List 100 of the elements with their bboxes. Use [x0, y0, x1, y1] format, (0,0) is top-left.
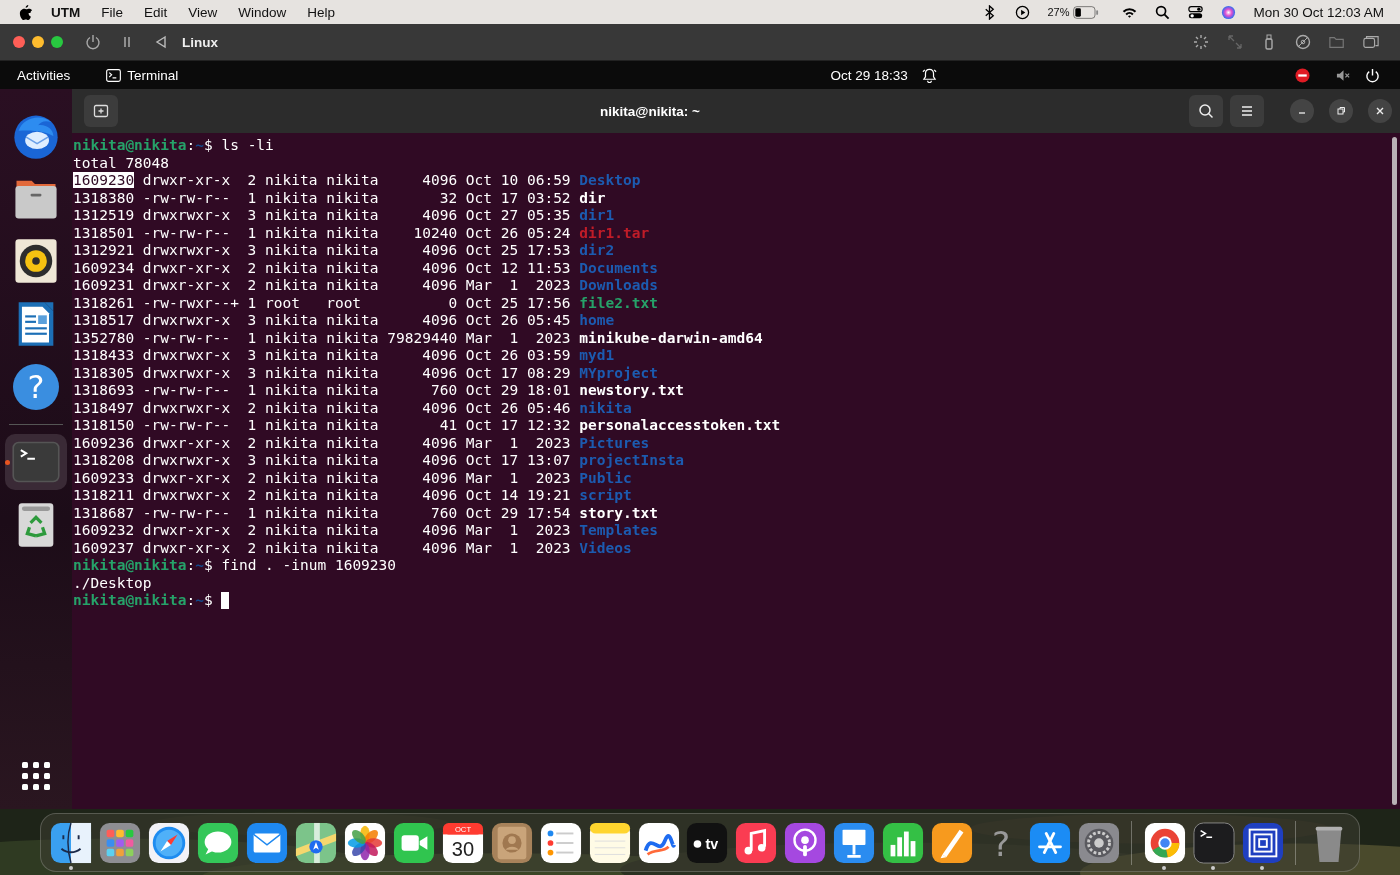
app-menu[interactable]: Terminal: [127, 67, 179, 83]
inode-number: 1318208: [73, 452, 135, 468]
clock[interactable]: Oct 29 18:33: [830, 67, 908, 83]
new-tab-button[interactable]: [84, 95, 118, 127]
envelope-icon[interactable]: [246, 821, 289, 864]
bar-chart-icon[interactable]: [882, 821, 925, 864]
file-details: -rw-rw-r-- 1 nikita nikita 32 Oct 17 03:52: [142, 189, 571, 206]
map-icon[interactable]: [295, 821, 338, 864]
inode-number: 1318211: [73, 487, 135, 503]
file-name: dir1: [579, 207, 615, 223]
inode-number: 1609231: [73, 277, 135, 293]
output-text: ./Desktop: [73, 574, 152, 591]
inode-number: 1318497: [73, 399, 135, 416]
music-note-icon[interactable]: [735, 821, 778, 864]
smiling-face-icon[interactable]: [50, 821, 93, 864]
activities-button[interactable]: Activities: [17, 67, 71, 83]
search-icon[interactable]: [1155, 4, 1171, 20]
minimize-button[interactable]: [1290, 99, 1314, 123]
file-name: newstory.txt: [579, 382, 685, 398]
inode-number: 1318693: [73, 382, 135, 398]
windows-icon[interactable]: [1363, 34, 1379, 50]
close-button[interactable]: [13, 36, 25, 48]
prompt-user: nikita@nikita: [73, 137, 187, 153]
inode-number: 1318150: [73, 417, 135, 433]
apple-icon[interactable]: [18, 3, 33, 21]
file-details: drwxrwxr-x 2 nikita nikita 4096 Oct 26 05:46: [142, 399, 571, 416]
restore-button[interactable]: [1329, 99, 1353, 123]
muted-speaker-icon[interactable]: [1336, 67, 1351, 83]
zoom-button[interactable]: [51, 36, 63, 48]
back-triangle-icon[interactable]: [153, 34, 169, 50]
compass-icon[interactable]: [148, 821, 191, 864]
app-menu[interactable]: UTM: [51, 4, 81, 20]
file-details: drwxrwxr-x 3 nikita nikita 4096 Oct 17 08:29: [142, 364, 571, 381]
inode-number: 1318433: [73, 347, 135, 363]
app-grid-icon[interactable]: [99, 821, 142, 864]
prompt-user: nikita@nikita: [73, 557, 187, 573]
output-text: total 78048: [73, 154, 170, 171]
bell-icon[interactable]: [921, 67, 937, 83]
file-details: -rw-rwxr--+ 1 root root 0 Oct 25 17:56: [142, 294, 571, 311]
search-button[interactable]: [1189, 95, 1223, 127]
menu-button[interactable]: [1230, 95, 1264, 127]
question-mark-icon[interactable]: ?: [979, 821, 1022, 864]
calendar-day: 30: [451, 837, 474, 860]
menubar-clock: Mon 30 Oct 12:03 AM: [1253, 4, 1384, 20]
inode-number: 1609236: [73, 434, 135, 451]
file-name: Pictures: [579, 434, 650, 451]
file-name: dir: [579, 189, 606, 206]
file-name: nikita: [579, 399, 632, 416]
scrollbar[interactable]: [1392, 137, 1397, 805]
menu-item[interactable]: Help: [307, 4, 336, 20]
loading-spinner-icon[interactable]: [1193, 34, 1209, 50]
prompt-sign: $: [203, 137, 213, 153]
lectern-icon[interactable]: [833, 821, 876, 864]
inode-number: 1318501: [73, 224, 135, 241]
menu-item[interactable]: Window: [238, 4, 287, 20]
file-details: drwxrwxr-x 3 nikita nikita 4096 Oct 26 03:59: [142, 347, 571, 363]
minimize-button[interactable]: [32, 36, 44, 48]
file-details: drwxrwxr-x 3 nikita nikita 4096 Oct 17 13:07: [142, 452, 571, 468]
disc-icon[interactable]: [1295, 34, 1311, 50]
tv-icon[interactable]: tv: [686, 821, 729, 864]
menu-item[interactable]: View: [188, 4, 218, 20]
file-details: -rw-rw-r-- 1 nikita nikita 79829440 Mar 1 2023: [142, 329, 571, 346]
close-icon: [1375, 106, 1385, 116]
file-details: drwxr-xr-x 2 nikita nikita 4096 Mar 1 2023: [142, 539, 571, 556]
siri-icon[interactable]: [1221, 4, 1237, 20]
file-details: -rw-rw-r-- 1 nikita nikita 760 Oct 29 17:54: [142, 504, 571, 521]
inode-number: 1609230: [73, 172, 135, 188]
file-details: -rw-rw-r-- 1 nikita nikita 10240 Oct 26 05:24: [142, 224, 571, 241]
file-details: drwxr-xr-x 2 nikita nikita 4096 Oct 10 06:59: [142, 172, 571, 188]
prompt-user: nikita@nikita: [73, 592, 187, 608]
prompt-path: ~: [195, 137, 204, 153]
inode-number: 1312921: [73, 242, 135, 258]
no-entry-icon[interactable]: [1295, 67, 1310, 83]
battery-icon[interactable]: [1073, 5, 1100, 19]
file-name: dir1.tar: [579, 224, 650, 241]
file-name: Downloads: [579, 277, 658, 293]
podcast-icon[interactable]: [784, 821, 827, 864]
terminal-icon[interactable]: [1192, 821, 1235, 864]
file-name: script: [579, 487, 632, 503]
pen-icon[interactable]: [931, 821, 974, 864]
play-icon[interactable]: [1015, 4, 1031, 20]
file-name: MYproject: [579, 364, 658, 381]
prompt-separator: :: [186, 557, 196, 573]
speech-bubble-icon[interactable]: [197, 821, 240, 864]
menu-item[interactable]: File: [101, 4, 123, 20]
inode-number: 1318380: [73, 189, 135, 206]
calendar-month: OCT: [454, 824, 471, 834]
file-name: file2.txt: [579, 294, 658, 311]
inode-number: 1609234: [73, 259, 135, 276]
folder-icon[interactable]: [1329, 34, 1345, 50]
app-grid-icon[interactable]: [21, 761, 51, 791]
toggle-switches-icon[interactable]: [1188, 4, 1204, 20]
battery-percentage: 27%: [1047, 6, 1070, 18]
file-name: personalaccesstoken.txt: [579, 417, 781, 433]
prompt-path: ~: [195, 592, 204, 608]
menu-item[interactable]: Edit: [144, 4, 168, 20]
close-button[interactable]: [1368, 99, 1392, 123]
file-name: Videos: [579, 539, 632, 556]
tv-label: tv: [705, 835, 719, 852]
question-mark: ?: [991, 823, 1011, 864]
